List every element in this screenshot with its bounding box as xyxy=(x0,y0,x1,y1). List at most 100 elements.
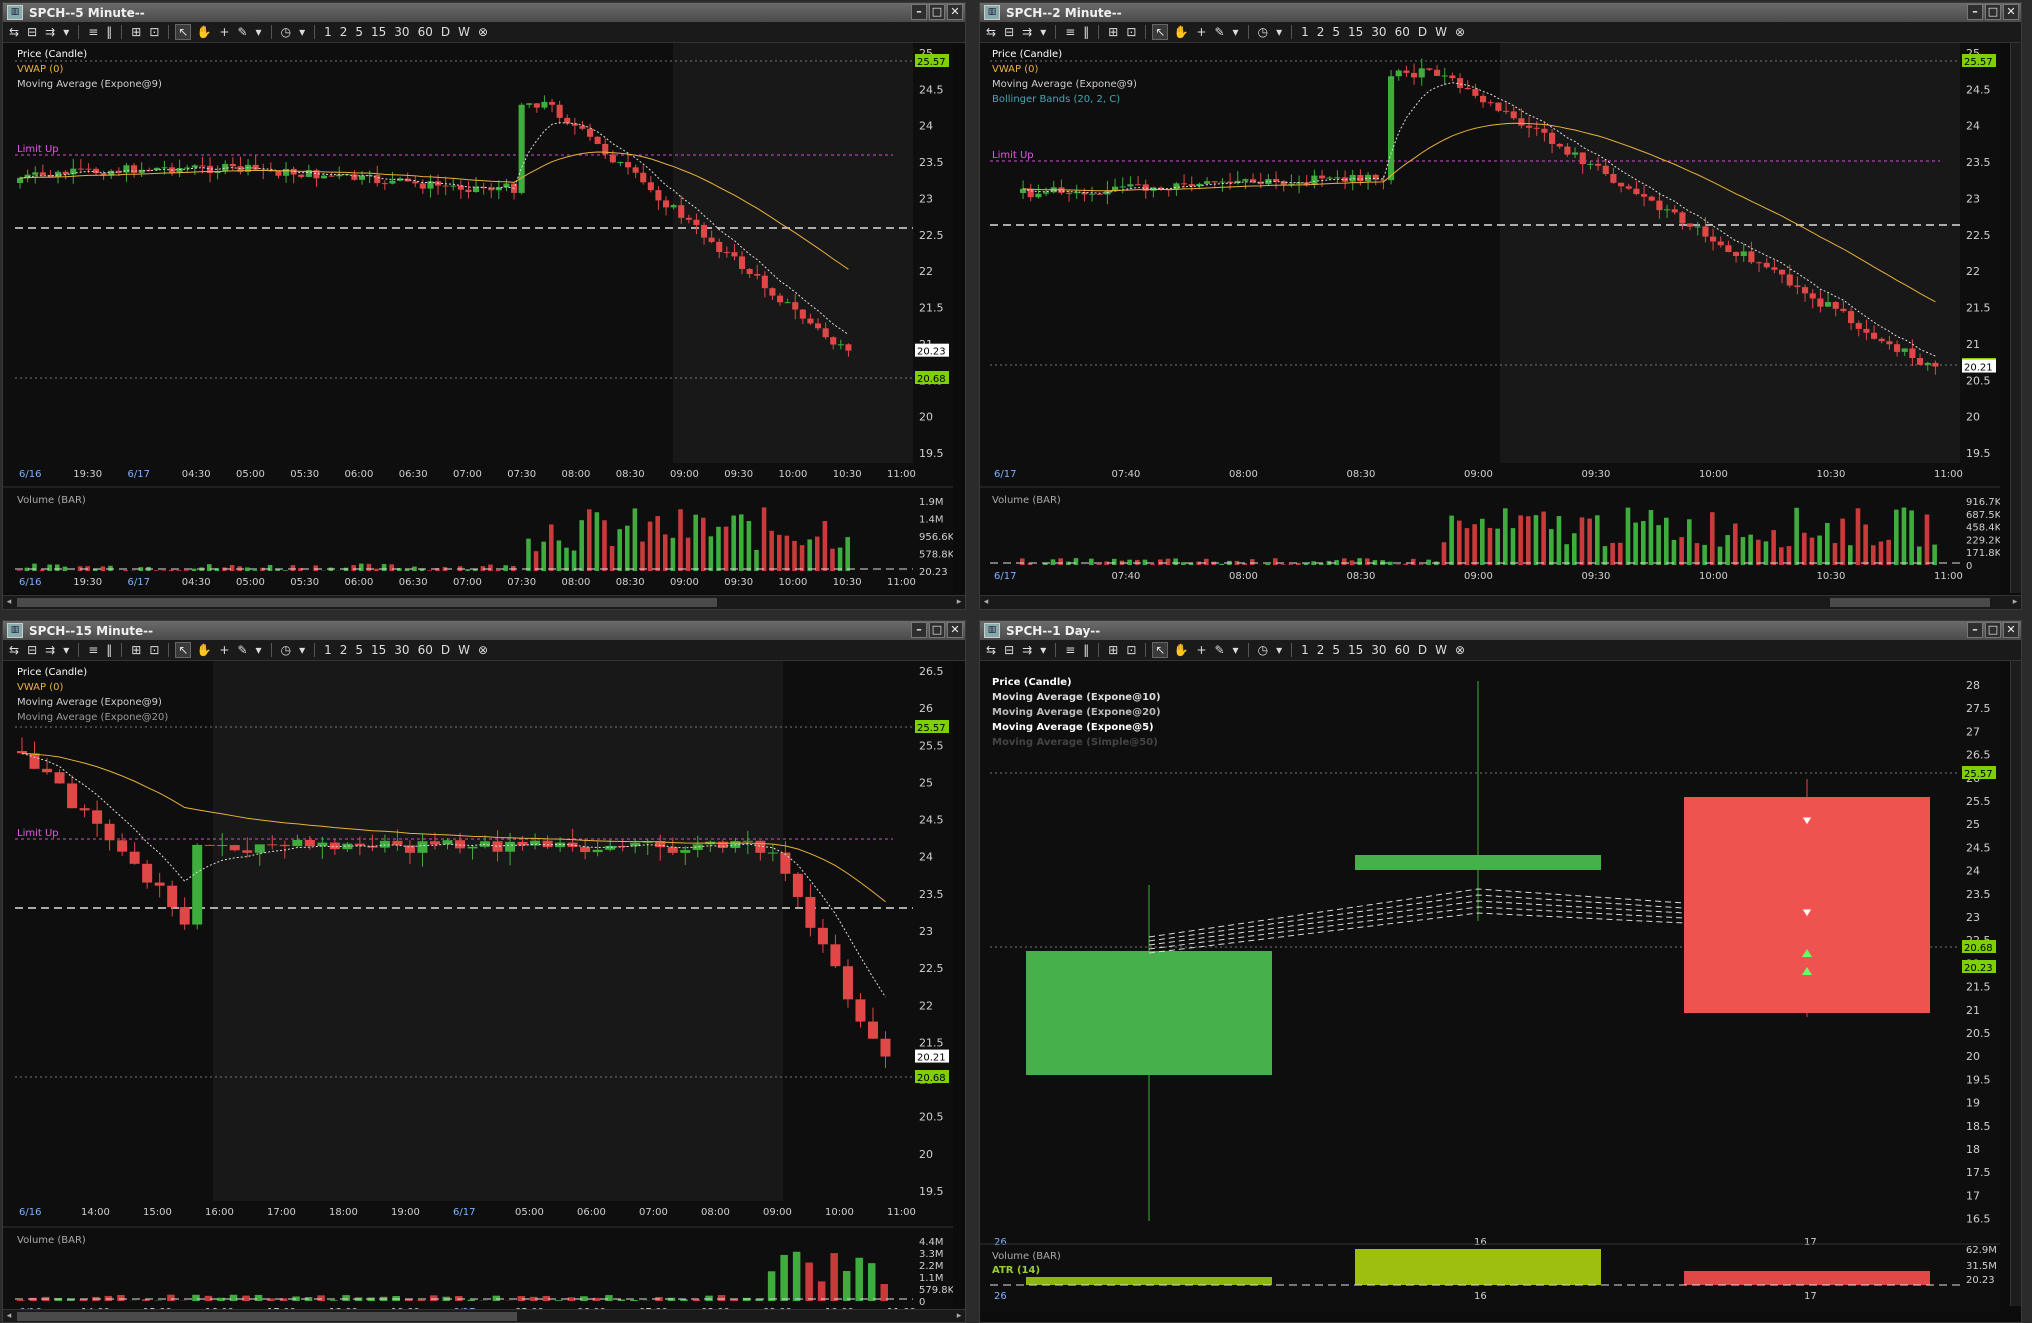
toolbar-button[interactable]: 5 xyxy=(353,25,365,39)
toolbar-button[interactable]: ⊟ xyxy=(1002,643,1016,657)
toolbar-button[interactable]: ▾ xyxy=(1038,25,1048,39)
toolbar-button[interactable]: ⊟ xyxy=(25,25,39,39)
toolbar-button[interactable]: ⇉ xyxy=(1020,25,1034,39)
toolbar-button[interactable]: ⊡ xyxy=(147,25,161,39)
toolbar-button[interactable]: 30 xyxy=(1369,643,1388,657)
toolbar-button[interactable]: 2 xyxy=(338,25,350,39)
toolbar-button[interactable]: 60 xyxy=(416,25,435,39)
toolbar-button[interactable]: ▾ xyxy=(61,643,71,657)
toolbar-button[interactable]: ↖ xyxy=(1152,642,1169,658)
toolbar-button[interactable]: 2 xyxy=(1315,25,1327,39)
toolbar-button[interactable]: ⊗ xyxy=(1453,25,1467,39)
maximize-button[interactable]: □ xyxy=(929,622,945,638)
toolbar-button[interactable]: ✋ xyxy=(1171,25,1190,39)
toolbar-button[interactable]: ▾ xyxy=(297,643,307,657)
horizontal-scrollbar[interactable]: ◂ ▸ xyxy=(3,595,965,609)
toolbar-button[interactable]: D xyxy=(1416,25,1429,39)
toolbar-button[interactable]: ⇉ xyxy=(43,25,57,39)
scroll-right-icon[interactable]: ▸ xyxy=(953,1310,965,1322)
toolbar-button[interactable]: ⊟ xyxy=(25,643,39,657)
close-button[interactable]: ✕ xyxy=(2003,4,2019,20)
toolbar-button[interactable]: ‖ xyxy=(1081,25,1091,39)
toolbar-button[interactable]: W xyxy=(456,643,472,657)
toolbar-button[interactable]: ✎ xyxy=(235,25,249,39)
chart-area[interactable]: 2524.52423.52322.52221.52120.52019.5Limi… xyxy=(3,43,953,593)
toolbar-button[interactable]: 1 xyxy=(1299,25,1311,39)
scrollbar-thumb[interactable] xyxy=(17,598,717,607)
toolbar-button[interactable]: W xyxy=(1433,25,1449,39)
toolbar-button[interactable]: 15 xyxy=(369,25,388,39)
close-button[interactable]: ✕ xyxy=(2003,622,2019,638)
toolbar-button[interactable]: ◷ xyxy=(1256,643,1270,657)
toolbar-button[interactable]: ⊞ xyxy=(1106,643,1120,657)
toolbar-button[interactable]: 30 xyxy=(392,643,411,657)
toolbar-button[interactable]: ↖ xyxy=(175,24,192,40)
maximize-button[interactable]: □ xyxy=(929,4,945,20)
toolbar-button[interactable]: W xyxy=(1433,643,1449,657)
toolbar-button[interactable]: ▾ xyxy=(254,643,264,657)
minimize-button[interactable]: – xyxy=(911,4,927,20)
toolbar-button[interactable]: ⇉ xyxy=(43,643,57,657)
toolbar-button[interactable]: ▾ xyxy=(61,25,71,39)
toolbar-button[interactable]: + xyxy=(1194,25,1208,39)
window-title-bar[interactable]: ▥ SPCH--1 Day-- – □ ✕ xyxy=(980,621,2021,640)
toolbar-button[interactable]: ↖ xyxy=(1152,24,1169,40)
toolbar-button[interactable]: ⊞ xyxy=(1106,25,1120,39)
toolbar-button[interactable]: ⊡ xyxy=(147,643,161,657)
toolbar-button[interactable]: ≡ xyxy=(86,25,100,39)
toolbar-button[interactable]: ⊗ xyxy=(476,643,490,657)
toolbar-button[interactable]: ⊡ xyxy=(1124,643,1138,657)
toolbar-button[interactable]: ‖ xyxy=(104,643,114,657)
toolbar-button[interactable]: D xyxy=(439,643,452,657)
window-title-bar[interactable]: ▥ SPCH--5 Minute-- – □ ✕ xyxy=(3,3,965,22)
toolbar-button[interactable]: ✋ xyxy=(1171,643,1190,657)
toolbar-button[interactable]: ▾ xyxy=(1231,643,1241,657)
toolbar-button[interactable]: ⊡ xyxy=(1124,25,1138,39)
toolbar-button[interactable]: ⊞ xyxy=(129,25,143,39)
toolbar-button[interactable]: ≡ xyxy=(86,643,100,657)
toolbar-button[interactable]: ▾ xyxy=(1231,25,1241,39)
toolbar-button[interactable]: ≡ xyxy=(1063,25,1077,39)
toolbar-button[interactable]: ◷ xyxy=(279,25,293,39)
maximize-button[interactable]: □ xyxy=(1985,622,2001,638)
minimize-button[interactable]: – xyxy=(1967,4,1983,20)
minimize-button[interactable]: – xyxy=(911,622,927,638)
toolbar-button[interactable]: 1 xyxy=(322,643,334,657)
toolbar-button[interactable]: 5 xyxy=(353,643,365,657)
scroll-right-icon[interactable]: ▸ xyxy=(953,596,965,609)
toolbar-button[interactable]: ⇆ xyxy=(7,25,21,39)
toolbar-button[interactable]: 60 xyxy=(1393,643,1412,657)
toolbar-button[interactable]: ▾ xyxy=(1038,643,1048,657)
toolbar-button[interactable]: ⇆ xyxy=(7,643,21,657)
scroll-left-icon[interactable]: ◂ xyxy=(980,596,992,609)
toolbar-button[interactable]: ⊗ xyxy=(476,25,490,39)
minimize-button[interactable]: – xyxy=(1967,622,1983,638)
vertical-scrollbar[interactable] xyxy=(2010,661,2021,1306)
toolbar-button[interactable]: ‖ xyxy=(104,25,114,39)
toolbar-button[interactable]: + xyxy=(217,25,231,39)
scroll-left-icon[interactable]: ◂ xyxy=(3,596,15,609)
toolbar-button[interactable]: ↖ xyxy=(175,642,192,658)
toolbar-button[interactable]: 15 xyxy=(1346,25,1365,39)
toolbar-button[interactable]: ⇉ xyxy=(1020,643,1034,657)
window-title-bar[interactable]: ▥ SPCH--2 Minute-- – □ ✕ xyxy=(980,3,2021,22)
toolbar-button[interactable]: 5 xyxy=(1330,25,1342,39)
chart-area[interactable]: 2827.52726.52625.52524.52423.52322.52221… xyxy=(980,661,2000,1311)
toolbar-button[interactable]: ✋ xyxy=(194,25,213,39)
horizontal-scrollbar[interactable]: ◂ ▸ xyxy=(3,1309,965,1322)
chart-window-5-minute[interactable]: ▥ SPCH--5 Minute-- – □ ✕ ⇆ ⊟ ⇉ ▾ ≡ ‖ ⊞ ⊡ ↖ ✋ + ✎ ▾ ◷ ▾… xyxy=(2,2,966,610)
toolbar-button[interactable]: ✎ xyxy=(1212,25,1226,39)
toolbar-button[interactable]: D xyxy=(439,25,452,39)
toolbar-button[interactable]: ⊞ xyxy=(129,643,143,657)
chart-window-2-minute[interactable]: ▥ SPCH--2 Minute-- – □ ✕ ⇆ ⊟ ⇉ ▾ ≡ ‖ ⊞ ⊡ ↖ ✋ + ✎ ▾ ◷ ▾… xyxy=(979,2,2022,610)
toolbar-button[interactable]: ◷ xyxy=(1256,25,1270,39)
toolbar-button[interactable]: ⇆ xyxy=(984,25,998,39)
chart-area[interactable]: 2524.52423.52322.52221.52120.52019.5Limi… xyxy=(980,43,2000,593)
toolbar-button[interactable]: 60 xyxy=(1393,25,1412,39)
toolbar-button[interactable]: ‖ xyxy=(1081,643,1091,657)
scroll-left-icon[interactable]: ◂ xyxy=(3,1310,15,1322)
chart-area[interactable]: 26.52625.52524.52423.52322.52221.52120.5… xyxy=(3,661,953,1311)
toolbar-button[interactable]: D xyxy=(1416,643,1429,657)
vertical-scrollbar[interactable] xyxy=(2010,43,2021,593)
toolbar-button[interactable]: ≡ xyxy=(1063,643,1077,657)
